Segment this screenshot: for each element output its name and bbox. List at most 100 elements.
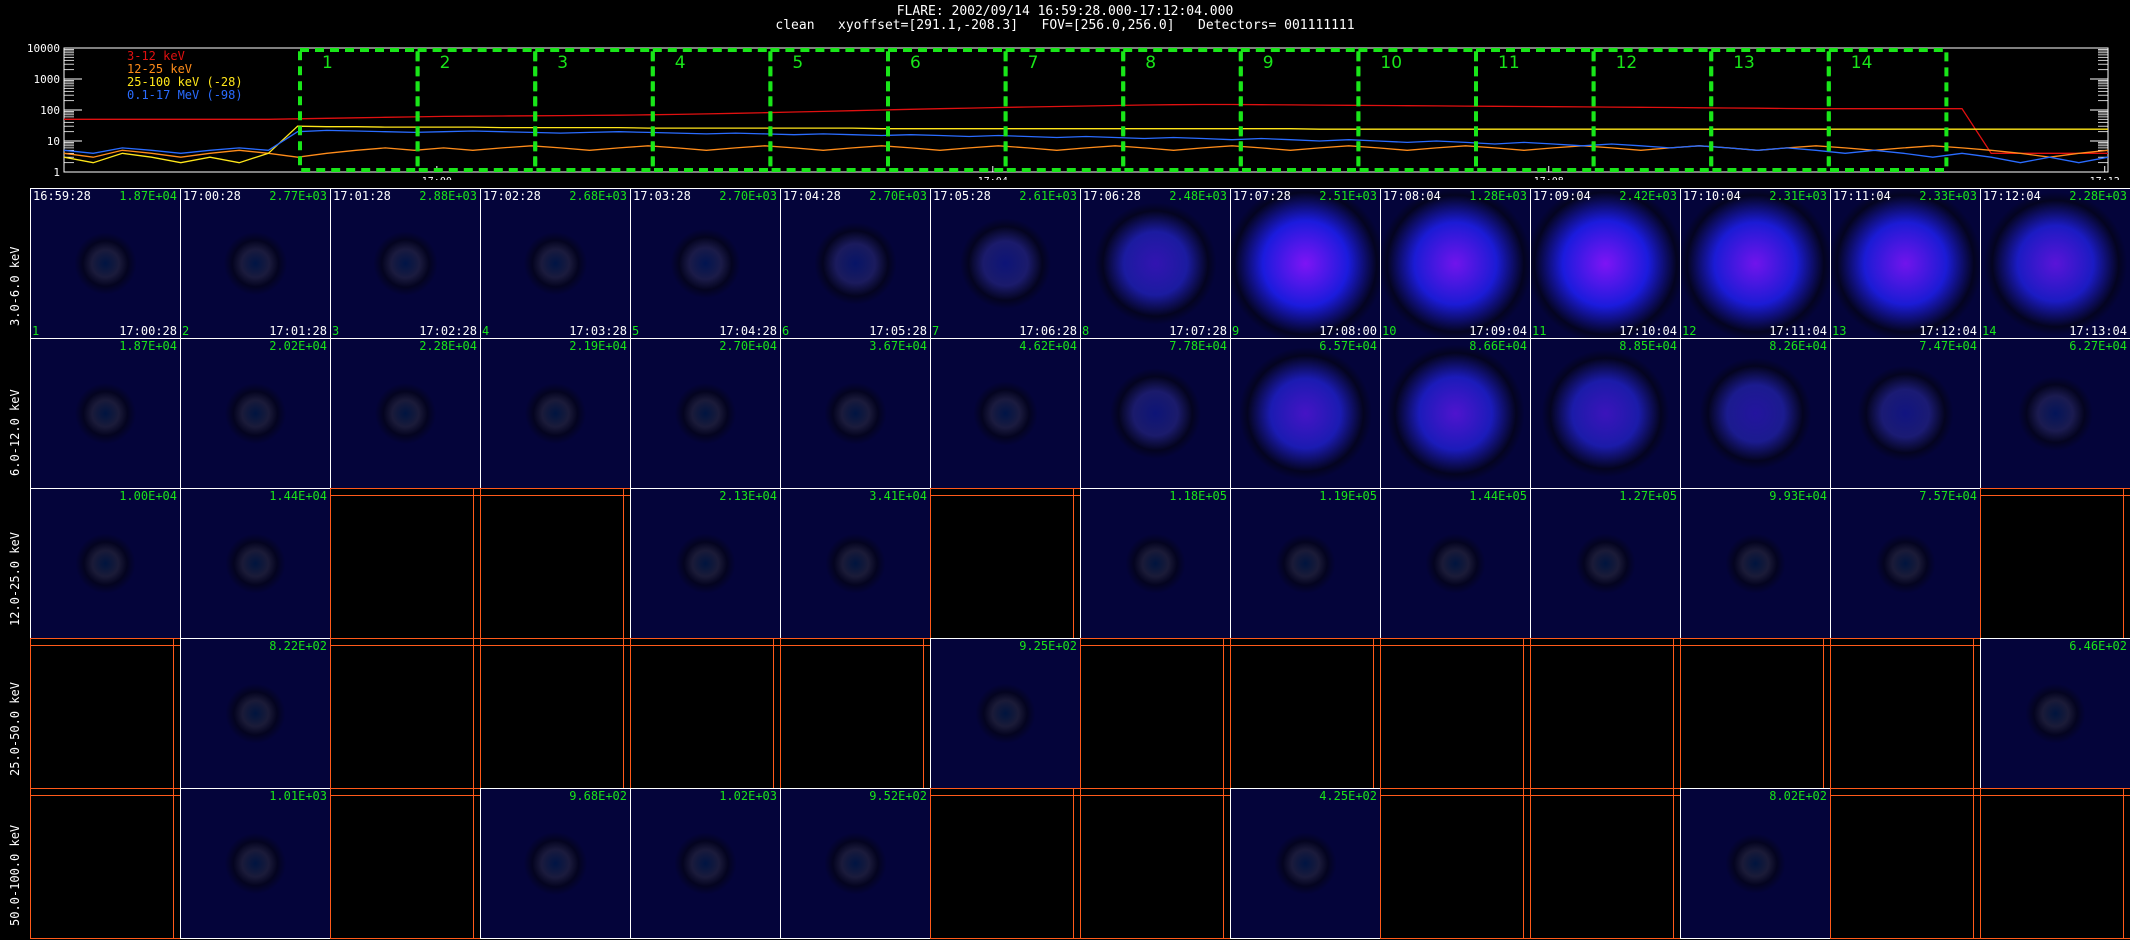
image-cell[interactable] (1080, 638, 1231, 789)
image-cell[interactable]: 17:00:28 2.77E+03 17:01:28 2 (180, 188, 331, 339)
image-cell[interactable]: 9.25E+02 (930, 638, 1081, 789)
image-cell[interactable]: 1.27E+05 (1530, 488, 1681, 639)
row-label-box: 50.0-100.0 keV (0, 788, 30, 938)
image-cell[interactable]: 1.44E+04 (180, 488, 331, 639)
image-cell[interactable]: 1.87E+04 (30, 338, 181, 489)
image-cell[interactable]: 2.70E+04 (630, 338, 781, 489)
peak-value: 8.02E+02 (1769, 789, 1827, 803)
empty-axis-top (631, 639, 780, 646)
peak-value: 2.88E+03 (419, 189, 477, 203)
image-cell[interactable] (1680, 638, 1831, 789)
image-cell[interactable]: 8.26E+04 (1680, 338, 1831, 489)
image-cell[interactable]: 9.52E+02 (780, 788, 931, 939)
image-cell[interactable] (1830, 788, 1981, 939)
image-cell[interactable] (1980, 788, 2130, 939)
row-label-box: 6.0-12.0 keV (0, 338, 30, 488)
source-image (1081, 189, 1230, 338)
image-cell[interactable] (30, 788, 181, 939)
image-cell[interactable] (1380, 788, 1531, 939)
image-cell[interactable]: 7.78E+04 (1080, 338, 1231, 489)
image-cell[interactable]: 1.18E+05 (1080, 488, 1231, 639)
image-cell[interactable]: 7.57E+04 (1830, 488, 1981, 639)
image-cell[interactable]: 8.02E+02 (1680, 788, 1831, 939)
image-cell[interactable]: 17:08:04 1.28E+03 17:09:04 10 (1380, 188, 1531, 339)
image-cell[interactable] (30, 638, 181, 789)
image-cell[interactable]: 17:11:04 2.33E+03 17:12:04 13 (1830, 188, 1981, 339)
image-cell[interactable] (1080, 788, 1231, 939)
image-cell[interactable]: 17:04:28 2.70E+03 17:05:28 6 (780, 188, 931, 339)
image-cell[interactable]: 8.22E+02 (180, 638, 331, 789)
image-cell[interactable]: 4.62E+04 (930, 338, 1081, 489)
peak-value: 7.57E+04 (1919, 489, 1977, 503)
image-cell[interactable]: 2.19E+04 (480, 338, 631, 489)
image-cell[interactable]: 3.41E+04 (780, 488, 931, 639)
empty-axis-top (1531, 789, 1680, 796)
interval-start-time: 17:05:28 (933, 189, 991, 203)
image-cell[interactable]: 2.13E+04 (630, 488, 781, 639)
image-cell[interactable]: 17:07:28 2.51E+03 17:08:00 9 (1230, 188, 1381, 339)
image-cell[interactable] (1380, 638, 1531, 789)
image-cell[interactable] (930, 788, 1081, 939)
image-cell[interactable] (930, 488, 1081, 639)
image-cell[interactable]: 9.68E+02 (480, 788, 631, 939)
image-cell[interactable]: 17:01:28 2.88E+03 17:02:28 3 (330, 188, 481, 339)
image-cell[interactable]: 3.67E+04 (780, 338, 931, 489)
image-cell[interactable]: 6.27E+04 (1980, 338, 2130, 489)
image-cell[interactable]: 1.02E+03 (630, 788, 781, 939)
peak-value: 8.26E+04 (1769, 339, 1827, 353)
empty-axis-top (1831, 789, 1980, 796)
source-image (331, 339, 480, 488)
image-cell[interactable]: 17:12:04 2.28E+03 17:13:04 14 (1980, 188, 2130, 339)
image-cell[interactable] (1230, 638, 1381, 789)
source-image (31, 489, 180, 638)
interval-end-time: 17:05:28 (869, 324, 927, 338)
image-cell[interactable]: 17:06:28 2.48E+03 17:07:28 8 (1080, 188, 1231, 339)
image-cell[interactable]: 8.85E+04 (1530, 338, 1681, 489)
image-cell[interactable]: 1.00E+04 (30, 488, 181, 639)
source-image (1681, 189, 1830, 338)
image-cell[interactable] (1830, 638, 1981, 789)
peak-value: 2.42E+03 (1619, 189, 1677, 203)
image-cell[interactable]: 2.02E+04 (180, 338, 331, 489)
image-cell[interactable]: 17:03:28 2.70E+03 17:04:28 5 (630, 188, 781, 339)
image-cell[interactable]: 9.93E+04 (1680, 488, 1831, 639)
image-cell[interactable]: 17:05:28 2.61E+03 17:06:28 7 (930, 188, 1081, 339)
interval-start-time: 17:11:04 (1833, 189, 1891, 203)
image-cell[interactable]: 16:59:28 1.87E+04 17:00:28 1 (30, 188, 181, 339)
empty-axis-right (623, 489, 630, 638)
image-cell[interactable]: 1.01E+03 (180, 788, 331, 939)
image-cell[interactable] (480, 488, 631, 639)
empty-axis-top (931, 489, 1080, 496)
source-image (1531, 189, 1680, 338)
image-cell[interactable]: 7.47E+04 (1830, 338, 1981, 489)
image-cell[interactable] (480, 638, 631, 789)
image-cell[interactable] (1530, 638, 1681, 789)
image-cell[interactable] (330, 788, 481, 939)
image-cell[interactable] (1530, 788, 1681, 939)
image-cell[interactable] (630, 638, 781, 789)
image-cell[interactable]: 17:09:04 2.42E+03 17:10:04 11 (1530, 188, 1681, 339)
empty-axis-top (931, 789, 1080, 796)
image-cell[interactable] (330, 638, 481, 789)
source-image (1381, 489, 1530, 638)
interval-end-time: 17:03:28 (569, 324, 627, 338)
image-cell[interactable] (330, 488, 481, 639)
image-cell[interactable]: 1.19E+05 (1230, 488, 1381, 639)
image-cell[interactable]: 17:02:28 2.68E+03 17:03:28 4 (480, 188, 631, 339)
image-cell[interactable]: 6.46E+02 (1980, 638, 2130, 789)
image-cell[interactable]: 1.44E+05 (1380, 488, 1531, 639)
peak-value: 6.46E+02 (2069, 639, 2127, 653)
image-cell[interactable] (1980, 488, 2130, 639)
source-image (1531, 339, 1680, 488)
image-cell[interactable]: 4.25E+02 (1230, 788, 1381, 939)
image-cell[interactable]: 6.57E+04 (1230, 338, 1381, 489)
empty-axis-right (1823, 639, 1830, 788)
empty-axis-right (173, 789, 180, 938)
peak-value: 2.70E+04 (719, 339, 777, 353)
image-cell[interactable]: 8.66E+04 (1380, 338, 1531, 489)
image-cell[interactable] (780, 638, 931, 789)
image-cell[interactable]: 2.28E+04 (330, 338, 481, 489)
source-image (1231, 489, 1380, 638)
image-cell[interactable]: 17:10:04 2.31E+03 17:11:04 12 (1680, 188, 1831, 339)
peak-value: 7.47E+04 (1919, 339, 1977, 353)
